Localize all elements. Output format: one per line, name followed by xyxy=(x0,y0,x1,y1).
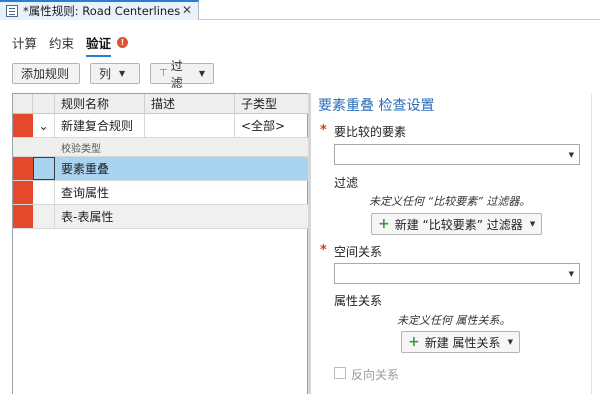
column-header-description[interactable]: 描述 xyxy=(145,94,235,114)
panel-scrollbar[interactable] xyxy=(591,93,592,394)
required-marker: * xyxy=(320,243,327,258)
filter-label: 过滤 xyxy=(334,176,359,190)
header-expand-cell xyxy=(33,94,55,114)
table-row[interactable]: 查询属性 xyxy=(13,181,309,205)
spatial-relation-dropdown[interactable]: ▼ xyxy=(334,263,580,284)
chevron-down-icon: ▼ xyxy=(119,69,126,78)
error-marker xyxy=(13,205,33,228)
compare-features-label: 要比较的要素 xyxy=(334,125,407,139)
error-marker xyxy=(13,114,33,137)
warning-icon: ! xyxy=(117,37,128,48)
filter-button[interactable]: ⊤ 过滤 ▼ xyxy=(150,59,214,90)
attribute-relation-label: 属性关系 xyxy=(334,294,383,308)
document-tab-bar: *属性规则: Road Centerlines ✕ xyxy=(0,0,600,20)
filter-note: 未定义任何 “比较要素” 过滤器。 xyxy=(369,195,531,208)
chevron-down-icon: ▼ xyxy=(507,338,513,346)
close-icon[interactable]: ✕ xyxy=(182,3,192,17)
chevron-down-icon: ▼ xyxy=(568,270,574,278)
add-rule-label: 添加规则 xyxy=(21,67,70,81)
rules-grid: 规则名称 描述 子类型 ⌄ 新建复合规则 <全部> 校验类型 要素重叠 查询属性… xyxy=(12,93,309,394)
attribute-rules-tab[interactable]: *属性规则: Road Centerlines ✕ xyxy=(0,0,199,20)
tab-title: *属性规则: Road Centerlines xyxy=(23,4,181,18)
column-header-name[interactable]: 规则名称 xyxy=(55,94,145,114)
new-filter-label: 新建 “比较要素” 过滤器 xyxy=(394,217,523,232)
rule-type-tabs: 计算 约束 验证 xyxy=(12,33,112,57)
chevron-down-icon: ▼ xyxy=(568,151,574,159)
error-marker xyxy=(13,157,33,180)
new-rule-subtype-cell[interactable]: <全部> xyxy=(235,114,309,137)
new-attribute-relation-button[interactable]: + 新建 属性关系 ▼ xyxy=(401,331,520,353)
tab-validation[interactable]: 验证 xyxy=(86,33,112,57)
new-rule-name-cell[interactable]: 新建复合规则 xyxy=(55,114,145,137)
new-attribute-relation-label: 新建 属性关系 xyxy=(424,335,501,350)
row-selector[interactable] xyxy=(33,181,55,204)
column-header-subtype[interactable]: 子类型 xyxy=(235,94,309,114)
rule-name-cell[interactable]: 查询属性 xyxy=(55,181,309,204)
group-header-row: 校验类型 xyxy=(13,138,309,157)
tab-calculation[interactable]: 计算 xyxy=(12,33,37,57)
row-selector[interactable] xyxy=(33,157,55,180)
spatial-relation-label: 空间关系 xyxy=(334,245,383,259)
reverse-relation-label: 反向关系 xyxy=(351,368,400,382)
filter-label: 过滤 xyxy=(170,58,183,90)
columns-label: 列 xyxy=(99,67,112,81)
tab-constraint[interactable]: 约束 xyxy=(49,33,74,57)
plus-icon: + xyxy=(408,334,420,350)
group-label: 校验类型 xyxy=(61,143,101,155)
chevron-down-icon: ▼ xyxy=(529,220,536,228)
header-marker-cell xyxy=(13,94,33,114)
rule-name-cell[interactable]: 要素重叠 xyxy=(55,157,309,180)
error-marker xyxy=(13,181,33,204)
new-filter-button[interactable]: + 新建 “比较要素” 过滤器 ▼ xyxy=(371,213,543,235)
funnel-icon: ⊤ xyxy=(159,68,168,79)
compare-features-dropdown[interactable]: ▼ xyxy=(334,144,580,165)
grid-header: 规则名称 描述 子类型 xyxy=(13,94,309,114)
attribute-rules-icon xyxy=(6,5,18,17)
expand-chevron-icon[interactable]: ⌄ xyxy=(33,114,55,137)
row-selector[interactable] xyxy=(33,205,55,228)
chevron-down-icon: ▼ xyxy=(198,69,205,78)
pane-splitter[interactable] xyxy=(308,93,311,394)
new-rule-row[interactable]: ⌄ 新建复合规则 <全部> xyxy=(13,114,309,138)
rule-name-cell[interactable]: 表-表属性 xyxy=(55,205,309,228)
panel-title: 要素重叠 检查设置 xyxy=(318,98,435,114)
table-row[interactable]: 表-表属性 xyxy=(13,205,309,229)
reverse-relation-checkbox[interactable] xyxy=(334,367,346,379)
plus-icon: + xyxy=(378,216,390,232)
new-rule-description-cell[interactable] xyxy=(145,114,235,137)
attribute-note: 未定义任何 属性关系。 xyxy=(397,314,511,327)
table-row[interactable]: 要素重叠 xyxy=(13,157,309,181)
required-marker: * xyxy=(320,123,327,138)
columns-button[interactable]: 列 ▼ xyxy=(90,63,140,84)
add-rule-button[interactable]: 添加规则 xyxy=(12,63,80,84)
